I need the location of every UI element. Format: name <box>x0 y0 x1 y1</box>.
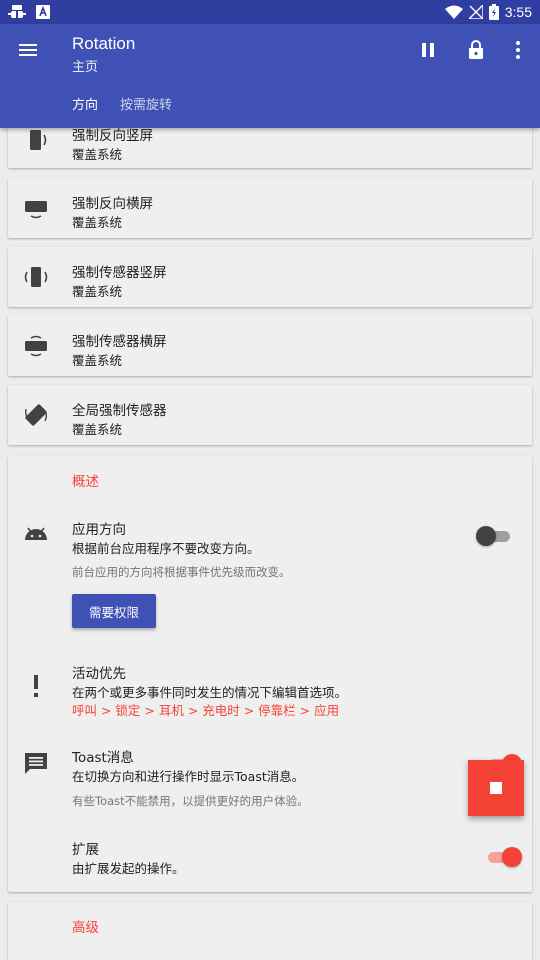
app-orientation-title: 应用方向 <box>72 522 126 538</box>
list-item[interactable]: 强制传感器横屏 覆盖系统 <box>8 316 532 376</box>
tab-on-demand[interactable]: 按需旋转 <box>120 94 172 113</box>
list-item-subtitle: 覆盖系统 <box>72 215 123 230</box>
request-permission-button[interactable]: 需要权限 <box>72 594 156 628</box>
list-item-subtitle: 覆盖系统 <box>72 353 123 368</box>
page-subtitle: 主页 <box>72 60 99 75</box>
lock-icon[interactable] <box>464 38 488 62</box>
no-signal-icon <box>468 5 483 19</box>
advanced-card: 高级 <box>8 902 532 960</box>
pause-icon[interactable] <box>416 38 440 62</box>
list-item-title: 强制反向横屏 <box>72 196 153 212</box>
event-priority-desc: 在两个或更多事件同时发生的情况下编辑首选项。 <box>72 685 348 700</box>
bug-notification-icon <box>8 5 26 18</box>
list-item[interactable]: 强制传感器竖屏 覆盖系统 <box>8 247 532 307</box>
more-vert-icon[interactable] <box>506 38 530 62</box>
stop-icon <box>490 782 502 794</box>
list-item-subtitle: 覆盖系统 <box>72 147 123 162</box>
toast-desc: 在切换方向和进行操作时显示Toast消息。 <box>72 769 305 784</box>
app-orientation-switch[interactable] <box>476 526 512 546</box>
app-orientation-hint: 前台应用的方向将根据事件优先级而改变。 <box>72 565 291 579</box>
main-content: 强制反向竖屏 覆盖系统 强制反向横屏 覆盖系统 强制传感器竖屏 覆盖系统 强制传… <box>0 128 540 960</box>
square-a-notification-icon <box>36 5 50 19</box>
tab-bar: 方向 按需旋转 <box>72 94 172 113</box>
battery-charging-icon <box>488 4 499 20</box>
event-priority-order: 呼叫 > 锁定 > 耳机 > 充电时 > 停靠栏 > 应用 <box>72 703 340 718</box>
sensor-portrait-icon <box>24 267 48 287</box>
android-icon <box>25 527 47 540</box>
priority-exclamation-icon <box>34 675 38 697</box>
app-bar: Rotation 主页 方向 按需旋转 <box>0 24 540 128</box>
reverse-landscape-icon <box>25 201 47 219</box>
tab-orientation[interactable]: 方向 <box>72 94 98 113</box>
extension-desc: 由扩展发起的操作。 <box>72 861 185 876</box>
list-item-subtitle: 覆盖系统 <box>72 284 123 299</box>
toast-title: Toast消息 <box>72 750 134 766</box>
list-item-subtitle: 覆盖系统 <box>72 422 123 437</box>
list-item[interactable]: 强制反向横屏 覆盖系统 <box>8 178 532 238</box>
list-item-title: 强制传感器竖屏 <box>72 265 167 281</box>
list-item-title: 强制反向竖屏 <box>72 128 153 144</box>
app-orientation-desc: 根据前台应用程序不要改变方向。 <box>72 541 260 556</box>
list-item[interactable]: 全局强制传感器 覆盖系统 <box>8 385 532 445</box>
extension-switch[interactable] <box>486 847 522 867</box>
section-title-advanced: 高级 <box>72 920 99 936</box>
message-icon <box>25 753 47 774</box>
event-priority-title[interactable]: 活动优先 <box>72 662 126 682</box>
app-title: Rotation <box>72 34 136 53</box>
list-item-title: 全局强制传感器 <box>72 403 167 419</box>
toast-hint: 有些Toast不能禁用，以提供更好的用户体验。 <box>72 794 309 808</box>
full-sensor-icon <box>24 404 48 426</box>
reverse-portrait-icon <box>30 130 47 150</box>
list-item[interactable]: 强制反向竖屏 覆盖系统 <box>8 128 532 168</box>
extension-title: 扩展 <box>72 842 99 858</box>
section-title-overview: 概述 <box>72 474 99 490</box>
status-bar: 3:55 <box>0 0 540 24</box>
sensor-landscape-icon <box>25 335 47 357</box>
list-item-title: 强制传感器横屏 <box>72 334 167 350</box>
stop-button[interactable] <box>468 760 524 816</box>
clock: 3:55 <box>504 4 532 20</box>
wifi-icon <box>444 5 463 19</box>
menu-icon[interactable] <box>16 38 40 62</box>
overview-card: 概述 应用方向 根据前台应用程序不要改变方向。 前台应用的方向将根据事件优先级而… <box>8 456 532 892</box>
